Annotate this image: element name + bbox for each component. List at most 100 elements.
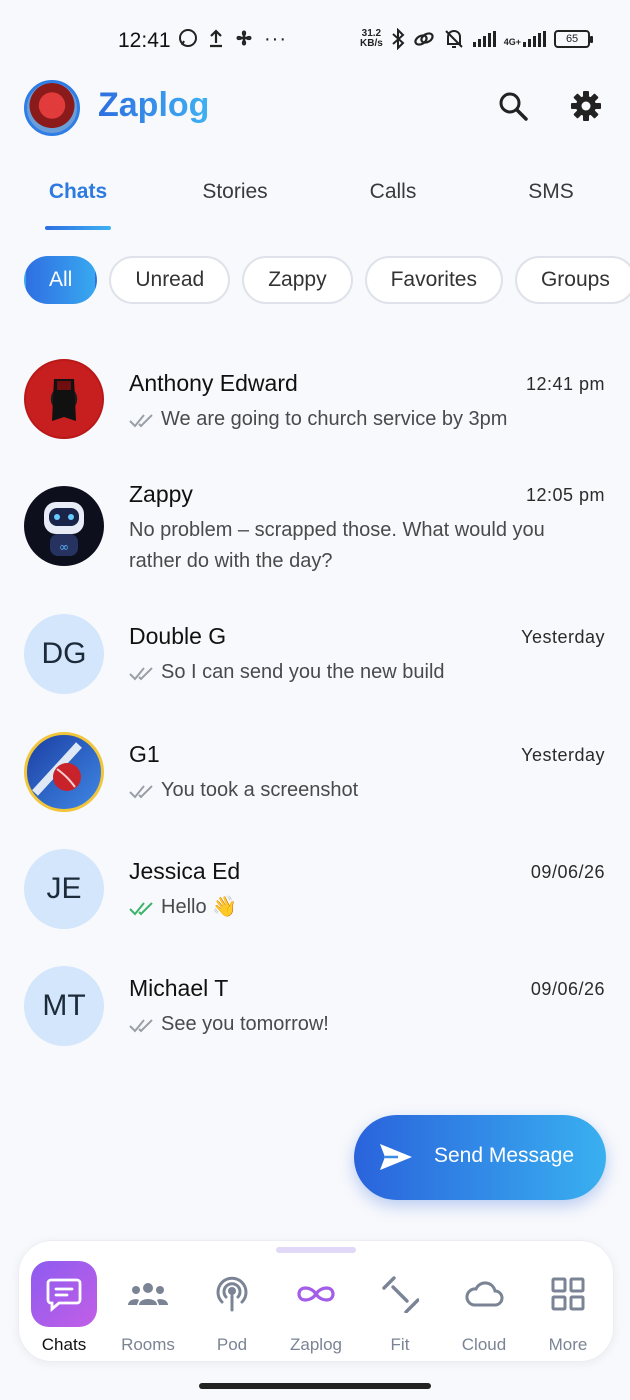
nav-item-zaplog[interactable]: Zaplog (274, 1261, 358, 1355)
top-tabs: Chats Stories Calls SMS (0, 180, 630, 230)
tab-stories[interactable]: Stories (165, 180, 305, 204)
double-check-icon (129, 1019, 153, 1033)
nav-item-pod[interactable]: Pod (190, 1261, 274, 1355)
bluetooth-icon (392, 28, 405, 50)
bottom-nav: Chats Rooms Pod Zaplog Fit Cloud More (18, 1240, 614, 1362)
filter-groups[interactable]: Groups (514, 256, 630, 304)
chat-preview-text: We are going to church service by 3pm (161, 408, 508, 430)
nav-label: Fit (390, 1335, 410, 1354)
robot-image: ∞ (44, 502, 84, 556)
nav-item-more[interactable]: More (526, 1261, 610, 1355)
double-check-icon (129, 667, 153, 681)
chat-time: 12:05 pm (525, 485, 605, 505)
nav-item-chats[interactable]: Chats (22, 1261, 106, 1355)
chat-avatar: ∞ (24, 486, 104, 566)
chat-name: Double G (129, 623, 227, 649)
status-time: 12:41 (118, 29, 171, 52)
whatsapp-icon (179, 29, 197, 47)
net-type-label: 4G+ (503, 37, 522, 47)
tab-chats[interactable]: Chats (8, 180, 148, 204)
double-check-icon (129, 414, 153, 428)
superhero-image (52, 379, 76, 421)
nav-item-cloud[interactable]: Cloud (442, 1261, 526, 1355)
battery-icon: 65 (554, 30, 594, 48)
tab-calls[interactable]: Calls (323, 180, 463, 204)
gear-icon[interactable] (570, 90, 602, 122)
podcast-icon (199, 1261, 265, 1327)
chat-name: Jessica Ed (129, 858, 241, 884)
nav-label: Rooms (121, 1335, 175, 1354)
chat-time: Yesterday (521, 745, 605, 765)
cricket-image (32, 742, 82, 796)
dumbbell-icon (367, 1261, 433, 1327)
app-title: Zaplog (98, 86, 210, 124)
filter-zappy[interactable]: Zappy (242, 256, 353, 304)
chat-row[interactable]: G1 Yesterday You took a screenshot (0, 732, 630, 831)
chat-row[interactable]: MT Michael T 09/06/26 See you tomorrow! (0, 966, 630, 1065)
chat-preview-text: You took a screenshot (161, 779, 359, 801)
profile-avatar[interactable] (24, 80, 80, 136)
system-icons: 31.2 KB/s 4G+ 65 (360, 28, 594, 50)
chat-preview-text: No problem – scrapped those. What would … (129, 519, 545, 572)
chat-name: Michael T (129, 975, 229, 1001)
chat-time: 09/06/26 (530, 862, 605, 882)
nav-label: Chats (41, 1335, 87, 1354)
chat-avatar: DG (24, 614, 104, 694)
chat-preview: So I can send you the new build (129, 657, 599, 688)
upload-icon (210, 29, 222, 48)
chat-time: 12:41 pm (525, 374, 605, 394)
cloud-icon (451, 1261, 517, 1327)
chat-avatar: JE (24, 849, 104, 929)
filter-all[interactable]: All (24, 256, 98, 304)
chat-preview: See you tomorrow! (129, 1009, 599, 1040)
double-check-icon (129, 785, 153, 799)
infinity-icon (283, 1261, 349, 1327)
tab-indicator (45, 226, 111, 230)
svg-text:∞: ∞ (59, 540, 69, 554)
chat-name: Anthony Edward (129, 370, 298, 396)
chat-row[interactable]: ∞ Zappy 12:05 pm No problem – scrapped t… (0, 481, 630, 581)
fan-icon (236, 30, 252, 46)
chat-time: Yesterday (521, 627, 605, 647)
nav-item-fit[interactable]: Fit (358, 1261, 442, 1355)
send-message-label: Send Message (434, 1144, 575, 1167)
mute-icon (445, 29, 463, 48)
nav-label: Zaplog (290, 1335, 342, 1354)
chat-preview-text: So I can send you the new build (161, 661, 445, 683)
signal-icon-2 (523, 31, 547, 47)
tab-sms[interactable]: SMS (481, 180, 621, 204)
chat-preview: You took a screenshot (129, 775, 599, 806)
grid-icon (535, 1261, 601, 1327)
nav-label: Pod (216, 1335, 248, 1354)
home-indicator[interactable] (199, 1383, 431, 1389)
send-message-button[interactable]: Send Message (354, 1115, 606, 1200)
nav-handle[interactable] (276, 1247, 356, 1253)
chat-bubble-icon (31, 1261, 97, 1327)
chat-name: Zappy (129, 481, 193, 507)
filter-unread[interactable]: Unread (109, 256, 231, 304)
filter-chips: All Unread Zappy Favorites Groups (24, 256, 630, 304)
chat-row[interactable]: DG Double G Yesterday So I can send you … (0, 614, 630, 713)
chat-preview: Hello 👋 (129, 892, 599, 923)
chat-preview-text: See you tomorrow! (161, 1013, 329, 1035)
chat-time: 09/06/26 (530, 979, 605, 999)
filter-favorites[interactable]: Favorites (364, 256, 503, 304)
people-icon (115, 1261, 181, 1327)
chat-name: G1 (129, 741, 160, 767)
chat-preview-text: Hello 👋 (161, 896, 238, 918)
signal-icon (472, 31, 496, 47)
more-dots-icon: ··· (264, 28, 287, 50)
link-icon (414, 32, 434, 46)
double-check-icon (129, 902, 153, 916)
chat-preview: No problem – scrapped those. What would … (129, 515, 599, 577)
search-icon[interactable] (497, 90, 529, 122)
chat-avatar (24, 732, 104, 812)
chat-row[interactable]: Anthony Edward 12:41 pm We are going to … (0, 359, 630, 460)
notification-icons: ··· (178, 28, 287, 51)
status-bar: 12:41 ··· 31.2 KB/s 4G+ 65 (0, 0, 630, 80)
nav-item-rooms[interactable]: Rooms (106, 1261, 190, 1355)
chat-preview: We are going to church service by 3pm (129, 404, 599, 435)
nav-label: Cloud (461, 1335, 507, 1354)
chat-row[interactable]: JE Jessica Ed 09/06/26 Hello 👋 (0, 849, 630, 948)
chat-avatar (24, 359, 104, 439)
